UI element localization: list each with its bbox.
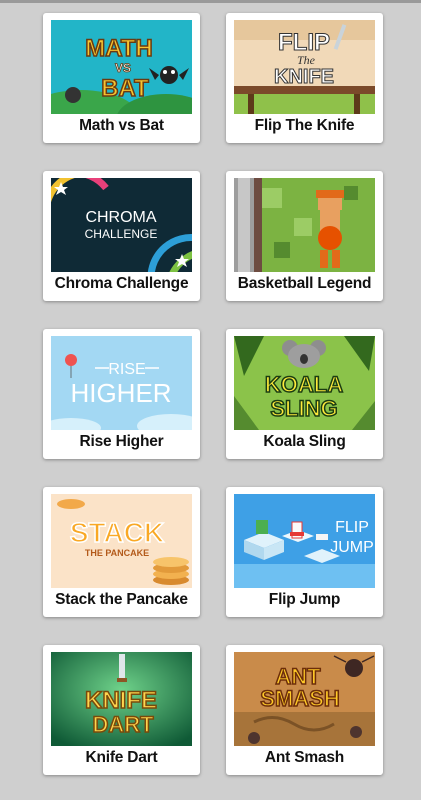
game-title[interactable]: Knife Dart xyxy=(43,749,200,767)
game-title[interactable]: Stack the Pancake xyxy=(43,591,200,609)
game-thumbnail[interactable]: CHROMA CHALLENGE xyxy=(51,178,192,272)
game-title[interactable]: Koala Sling xyxy=(226,433,383,451)
game-title[interactable]: Flip The Knife xyxy=(226,117,383,135)
game-thumbnail[interactable]: MATH VS BAT xyxy=(51,20,192,114)
flip-jump-artwork: FLIP JUMP xyxy=(234,494,375,588)
svg-text:CHROMA: CHROMA xyxy=(85,209,156,226)
math-vs-bat-artwork: MATH VS BAT xyxy=(51,20,192,114)
top-divider xyxy=(0,0,421,3)
game-card-koala-sling[interactable]: KOALA SLING Koala Sling xyxy=(226,329,383,459)
chroma-challenge-artwork: CHROMA CHALLENGE xyxy=(51,178,192,272)
svg-text:STACK: STACK xyxy=(70,517,164,548)
svg-text:MATH: MATH xyxy=(85,35,153,62)
game-grid: MATH VS BAT Math vs Bat FLIP The KNIFE F… xyxy=(43,13,383,775)
svg-text:FLIP: FLIP xyxy=(278,29,330,56)
game-title[interactable]: Math vs Bat xyxy=(43,117,200,135)
svg-text:The: The xyxy=(297,53,316,67)
game-thumbnail[interactable]: RISE HIGHER xyxy=(51,336,192,430)
svg-text:HIGHER: HIGHER xyxy=(70,378,171,408)
svg-text:CHALLENGE: CHALLENGE xyxy=(85,227,158,241)
svg-text:FLIP: FLIP xyxy=(335,519,369,536)
game-card-knife-dart[interactable]: KNIFE DART Knife Dart xyxy=(43,645,200,775)
svg-text:RISE: RISE xyxy=(108,361,145,378)
game-thumbnail[interactable]: FLIP JUMP xyxy=(234,494,375,588)
knife-dart-artwork: KNIFE DART xyxy=(51,652,192,746)
svg-text:THE PANCAKE: THE PANCAKE xyxy=(85,548,149,558)
svg-text:KOALA: KOALA xyxy=(265,372,343,397)
basketball-legend-artwork xyxy=(234,178,375,272)
game-title[interactable]: Basketball Legend xyxy=(226,275,383,293)
svg-text:SLING: SLING xyxy=(270,396,337,421)
svg-text:VS: VS xyxy=(115,61,131,75)
game-title[interactable]: Rise Higher xyxy=(43,433,200,451)
game-card-basketball-legend[interactable]: Basketball Legend xyxy=(226,171,383,301)
game-card-flip-the-knife[interactable]: FLIP The KNIFE Flip The Knife xyxy=(226,13,383,143)
game-thumbnail[interactable]: KOALA SLING xyxy=(234,336,375,430)
game-title[interactable]: Flip Jump xyxy=(226,591,383,609)
svg-text:BAT: BAT xyxy=(101,75,149,102)
game-card-flip-jump[interactable]: FLIP JUMP Flip Jump xyxy=(226,487,383,617)
svg-text:JUMP: JUMP xyxy=(330,539,374,556)
game-card-math-vs-bat[interactable]: MATH VS BAT Math vs Bat xyxy=(43,13,200,143)
svg-text:DART: DART xyxy=(92,712,154,737)
game-thumbnail[interactable]: FLIP The KNIFE xyxy=(234,20,375,114)
game-thumbnail[interactable]: ANT SMASH xyxy=(234,652,375,746)
game-title[interactable]: Chroma Challenge xyxy=(43,275,200,293)
rise-higher-artwork: RISE HIGHER xyxy=(51,336,192,430)
game-thumbnail[interactable] xyxy=(234,178,375,272)
game-thumbnail[interactable]: STACK THE PANCAKE xyxy=(51,494,192,588)
game-title[interactable]: Ant Smash xyxy=(226,749,383,767)
game-card-ant-smash[interactable]: ANT SMASH Ant Smash xyxy=(226,645,383,775)
game-card-rise-higher[interactable]: RISE HIGHER Rise Higher xyxy=(43,329,200,459)
game-card-stack-the-pancake[interactable]: STACK THE PANCAKE Stack the Pancake xyxy=(43,487,200,617)
svg-text:KNIFE: KNIFE xyxy=(85,687,157,714)
svg-text:SMASH: SMASH xyxy=(260,686,339,711)
flip-the-knife-artwork: FLIP The KNIFE xyxy=(234,20,375,114)
stack-the-pancake-artwork: STACK THE PANCAKE xyxy=(51,494,192,588)
game-thumbnail[interactable]: KNIFE DART xyxy=(51,652,192,746)
game-card-chroma-challenge[interactable]: CHROMA CHALLENGE Chroma Challenge xyxy=(43,171,200,301)
ant-smash-artwork: ANT SMASH xyxy=(234,652,375,746)
koala-sling-artwork: KOALA SLING xyxy=(234,336,375,430)
svg-text:KNIFE: KNIFE xyxy=(274,66,334,88)
